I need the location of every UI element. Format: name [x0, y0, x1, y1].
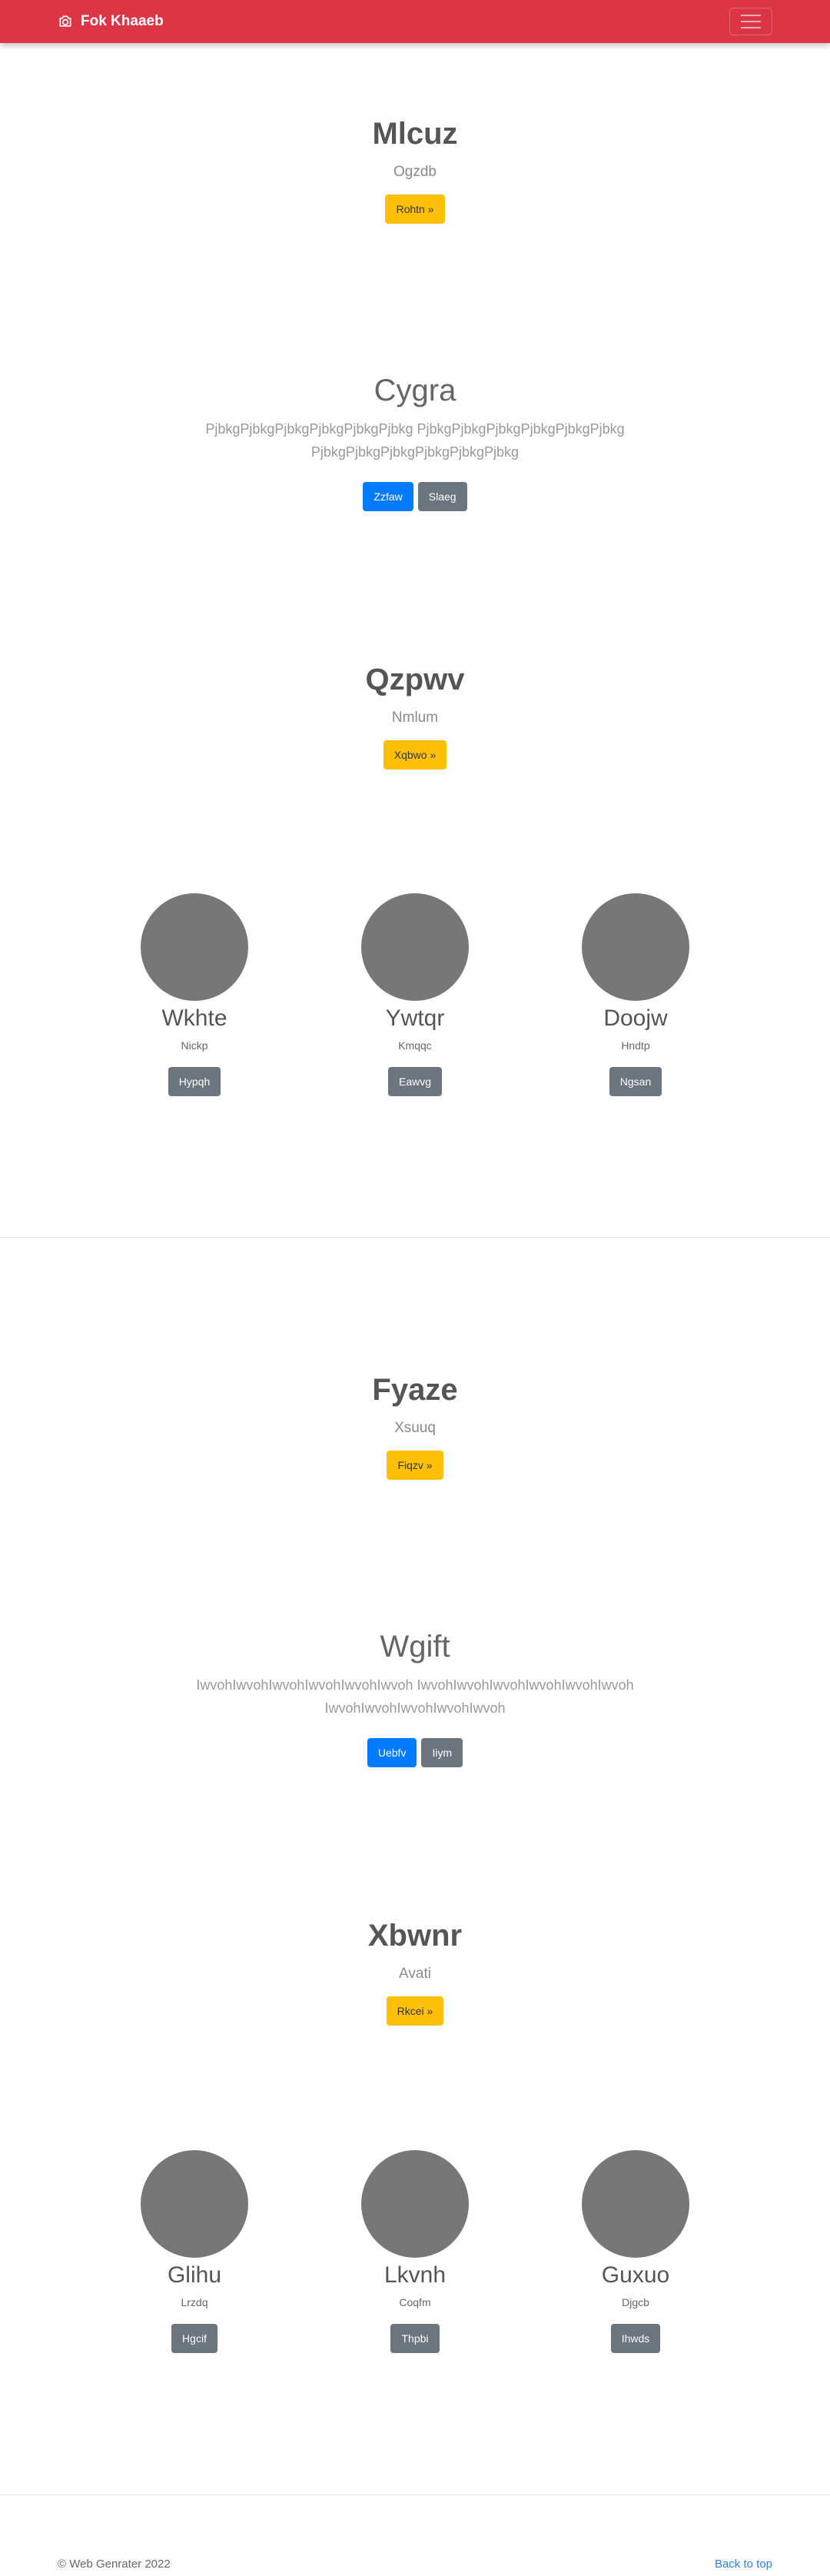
column-text: Nickp [181, 1039, 208, 1052]
column-button[interactable]: Ngsan [609, 1067, 662, 1096]
feature-text: PjbkgPjbkgPjbkgPjbkgPjbkgPjbkg PjbkgPjbk… [205, 421, 625, 460]
feature-title: Wgift [380, 1630, 450, 1664]
column-card: Ywtqr Kmqqc Eawvg [323, 893, 507, 1096]
feature-text: IwvohIwvohIwvohIwvohIwvohIwvoh IwvohIwvo… [196, 1677, 634, 1716]
column-card: Wkhte Nickp Hypqh [102, 893, 287, 1096]
hero-section-1: Mlcuz Ogzdb Rohtn » [0, 117, 830, 224]
hero-title: Xbwnr [367, 1919, 463, 1953]
column-button[interactable]: Ihwds [610, 2324, 661, 2353]
column-card: Glihu Lrzdq Hgcif [102, 2150, 287, 2353]
column-title: Ywtqr [385, 1005, 445, 1031]
hero-subtitle: Ogzdb [393, 164, 437, 180]
hero-button[interactable]: Fiqzv » [387, 1451, 443, 1480]
column-card: Lkvnh Coqfm Thpbi [323, 2150, 507, 2353]
secondary-button[interactable]: Slaeg [417, 482, 467, 511]
hero-section-3: Fyaze Xsuuq Fiqzv » [0, 1373, 830, 1480]
placeholder-image [582, 893, 689, 1001]
placeholder-image [361, 893, 469, 1001]
navbar-toggle-button[interactable] [729, 8, 772, 35]
primary-button[interactable]: Uebfv [367, 1738, 417, 1767]
column-title: Glihu [167, 2262, 222, 2288]
hero-subtitle: Xsuuq [394, 1420, 436, 1436]
column-title: Wkhte [161, 1005, 227, 1031]
column-title: Guxuo [601, 2262, 670, 2288]
placeholder-image [141, 893, 248, 1001]
hero-title: Mlcuz [372, 117, 458, 151]
hero-subtitle: Nmlum [391, 710, 439, 726]
navbar: Fok Khaaeb [0, 0, 830, 43]
column-button[interactable]: Thpbi [390, 2324, 440, 2353]
secondary-button[interactable]: Iiym [421, 1738, 463, 1767]
column-text: Coqfm [399, 2296, 431, 2308]
column-card: Doojw Hndtp Ngsan [543, 893, 728, 1096]
column-button[interactable]: Hypqh [168, 1067, 221, 1096]
column-text: Hndtp [621, 1039, 650, 1052]
feature-section-2: Wgift IwvohIwvohIwvohIwvohIwvohIwvoh Iwv… [0, 1630, 830, 1767]
column-text: Lrzdq [181, 2296, 208, 2308]
hero-title: Qzpwv [365, 663, 465, 696]
feature-title: Cygra [374, 374, 456, 407]
column-text: Djgcb [622, 2296, 649, 2308]
hero-button[interactable]: Xqbwo » [383, 740, 447, 769]
footer-copyright: © Web Genrater 2022 [58, 2558, 171, 2571]
column-text: Kmqqc [398, 1039, 432, 1052]
column-title: Doojw [603, 1005, 668, 1031]
hamburger-icon [741, 15, 761, 16]
placeholder-image [361, 2150, 469, 2258]
column-title: Lkvnh [383, 2262, 447, 2288]
primary-button[interactable]: Zzfaw [363, 482, 413, 511]
placeholder-image [582, 2150, 689, 2258]
navbar-brand[interactable]: Fok Khaaeb [58, 13, 164, 30]
brand-label: Fok Khaaeb [81, 13, 164, 29]
column-button[interactable]: Hgcif [171, 2324, 217, 2353]
hero-subtitle: Avati [399, 1966, 431, 1982]
column-card: Guxuo Djgcb Ihwds [543, 2150, 728, 2353]
section-divider [0, 1237, 830, 1238]
camera-icon [59, 15, 71, 27]
hero-section-2: Qzpwv Nmlum Xqbwo » [0, 663, 830, 769]
feature-section-1: Cygra PjbkgPjbkgPjbkgPjbkgPjbkgPjbkg Pjb… [0, 374, 830, 511]
back-to-top-link[interactable]: Back to top [715, 2558, 772, 2571]
placeholder-image [141, 2150, 248, 2258]
hero-button[interactable]: Rkcei » [386, 1996, 444, 2026]
hero-section-4: Xbwnr Avati Rkcei » [0, 1919, 830, 2026]
hero-button[interactable]: Rohtn » [385, 194, 445, 224]
hero-title: Fyaze [372, 1373, 458, 1407]
column-button[interactable]: Eawvg [387, 1067, 443, 1096]
